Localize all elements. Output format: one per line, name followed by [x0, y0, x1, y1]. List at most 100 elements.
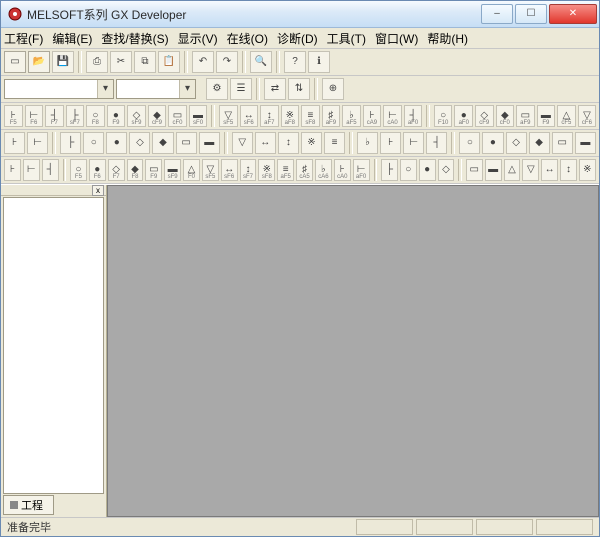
- project-tree[interactable]: [3, 197, 104, 494]
- menu-tools[interactable]: 工具(T): [327, 30, 366, 47]
- tool-link1[interactable]: ⇄: [264, 78, 286, 100]
- tool-g14[interactable]: ♭cA6: [315, 159, 332, 181]
- menu-file[interactable]: 工程(F): [4, 30, 43, 47]
- tool-link2[interactable]: ⇅: [288, 78, 310, 100]
- tool-q8[interactable]: ▽cF6: [578, 105, 597, 127]
- tool-c4[interactable]: ※: [301, 132, 322, 154]
- tool-b3[interactable]: ●: [106, 132, 127, 154]
- tool-new[interactable]: ▭: [4, 51, 26, 73]
- tool-zoom[interactable]: ⊕: [322, 78, 344, 100]
- tool-f3[interactable]: ┤: [42, 159, 59, 181]
- tool-p8[interactable]: ⊦cA9: [363, 105, 382, 127]
- tool-e6[interactable]: ▬: [575, 132, 596, 154]
- tool-l6[interactable]: ●F9: [107, 105, 126, 127]
- tool-l7[interactable]: ◇sF9: [127, 105, 146, 127]
- tool-d3[interactable]: ⊢: [403, 132, 424, 154]
- tool-a1[interactable]: ⊦: [4, 132, 25, 154]
- tool-p5[interactable]: ≡sF8: [301, 105, 320, 127]
- tool-paste[interactable]: 📋: [158, 51, 180, 73]
- tool-p10[interactable]: ┤aF0: [404, 105, 423, 127]
- tool-i1[interactable]: ▭: [466, 159, 483, 181]
- tool-g2[interactable]: ●F6: [89, 159, 106, 181]
- tool-b2[interactable]: ○: [83, 132, 104, 154]
- tool-g6[interactable]: ▬sF9: [164, 159, 181, 181]
- tool-q1[interactable]: ○F10: [434, 105, 453, 127]
- tool-b5[interactable]: ◆: [152, 132, 173, 154]
- tool-d4[interactable]: ┤: [426, 132, 447, 154]
- sidebar-tab-project[interactable]: 工程: [3, 495, 54, 515]
- tool-help2[interactable]: ℹ: [308, 51, 330, 73]
- tool-d1[interactable]: ♭: [357, 132, 378, 154]
- tool-c2[interactable]: ↔: [255, 132, 276, 154]
- tool-l2[interactable]: ⊢F6: [25, 105, 44, 127]
- tool-cfg[interactable]: ⚙: [206, 78, 228, 100]
- tool-l9[interactable]: ▭cF0: [168, 105, 187, 127]
- tool-q5[interactable]: ▭aF9: [516, 105, 535, 127]
- tool-e1[interactable]: ○: [459, 132, 480, 154]
- tool-g8[interactable]: ▽sF5: [202, 159, 219, 181]
- tool-l1[interactable]: ⊦F5: [4, 105, 23, 127]
- tool-g7[interactable]: △F0: [183, 159, 200, 181]
- tool-b4[interactable]: ◇: [129, 132, 150, 154]
- tool-g11[interactable]: ※sF8: [258, 159, 275, 181]
- tool-h4[interactable]: ◇: [438, 159, 455, 181]
- combo-device[interactable]: ▾: [116, 79, 196, 99]
- tool-p2[interactable]: ↔sF6: [240, 105, 259, 127]
- tool-b6[interactable]: ▭: [176, 132, 197, 154]
- tool-save[interactable]: 💾: [52, 51, 74, 73]
- tool-l8[interactable]: ◆cF9: [148, 105, 167, 127]
- tool-g12[interactable]: ≡aF5: [277, 159, 294, 181]
- menu-view[interactable]: 显示(V): [178, 30, 218, 47]
- tool-p4[interactable]: ※aF8: [281, 105, 300, 127]
- tool-g16[interactable]: ⊢aF0: [353, 159, 370, 181]
- tool-g3[interactable]: ◇F7: [108, 159, 125, 181]
- tool-a2[interactable]: ⊢: [27, 132, 48, 154]
- tool-undo[interactable]: ↶: [192, 51, 214, 73]
- tool-p3[interactable]: ↕aF7: [260, 105, 279, 127]
- tool-g13[interactable]: ♯cA5: [296, 159, 313, 181]
- tool-tree[interactable]: ☰: [230, 78, 252, 100]
- tool-c1[interactable]: ▽: [232, 132, 253, 154]
- tool-i7[interactable]: ※: [579, 159, 596, 181]
- tool-i4[interactable]: ▽: [522, 159, 539, 181]
- tool-c5[interactable]: ≡: [324, 132, 345, 154]
- combo-program[interactable]: ▾: [4, 79, 114, 99]
- tool-h1[interactable]: ├: [381, 159, 398, 181]
- tool-g4[interactable]: ◆F8: [127, 159, 144, 181]
- tool-q3[interactable]: ◇cF9: [475, 105, 494, 127]
- tool-b1[interactable]: ├: [60, 132, 81, 154]
- tool-copy[interactable]: ⧉: [134, 51, 156, 73]
- tool-l5[interactable]: ○F8: [86, 105, 105, 127]
- tool-e2[interactable]: ●: [482, 132, 503, 154]
- tool-i2[interactable]: ▬: [485, 159, 502, 181]
- minimize-button[interactable]: –: [481, 4, 513, 24]
- tool-q6[interactable]: ▬F9: [537, 105, 556, 127]
- tool-redo[interactable]: ↷: [216, 51, 238, 73]
- tool-f2[interactable]: ⊢: [23, 159, 40, 181]
- tool-g1[interactable]: ○F5: [70, 159, 87, 181]
- tool-p7[interactable]: ♭aF5: [342, 105, 361, 127]
- menu-diag[interactable]: 诊断(D): [277, 30, 318, 47]
- tool-i6[interactable]: ↕: [560, 159, 577, 181]
- tool-b7[interactable]: ▬: [199, 132, 220, 154]
- tool-c3[interactable]: ↕: [278, 132, 299, 154]
- menu-online[interactable]: 在线(O): [227, 30, 268, 47]
- close-button[interactable]: ✕: [549, 4, 597, 24]
- menu-help[interactable]: 帮助(H): [427, 30, 468, 47]
- tool-print[interactable]: ⎙: [86, 51, 108, 73]
- tool-p1[interactable]: ▽sF5: [219, 105, 238, 127]
- tool-g15[interactable]: ⊦cA0: [334, 159, 351, 181]
- tool-p6[interactable]: ♯aF9: [322, 105, 341, 127]
- sidebar-close-button[interactable]: x: [92, 185, 104, 196]
- tool-g5[interactable]: ▭F9: [145, 159, 162, 181]
- tool-e5[interactable]: ▭: [552, 132, 573, 154]
- menu-window[interactable]: 窗口(W): [375, 30, 418, 47]
- tool-cut[interactable]: ✂: [110, 51, 132, 73]
- menu-find[interactable]: 查找/替换(S): [101, 30, 168, 47]
- tool-i5[interactable]: ↔: [541, 159, 558, 181]
- tool-e3[interactable]: ◇: [506, 132, 527, 154]
- tool-i3[interactable]: △: [504, 159, 521, 181]
- tool-q2[interactable]: ●aF0: [454, 105, 473, 127]
- tool-f1[interactable]: ⊦: [4, 159, 21, 181]
- tool-d2[interactable]: ⊦: [380, 132, 401, 154]
